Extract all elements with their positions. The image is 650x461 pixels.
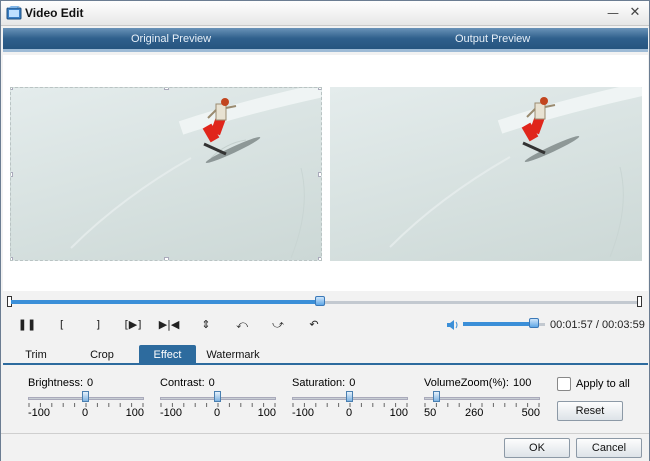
preview-area [3,55,648,291]
crop-handle[interactable] [318,88,321,90]
volume-zoom-label-text: VolumeZoom(%): [424,377,509,389]
volume-zoom-thumb[interactable] [432,391,440,402]
crop-handle[interactable] [318,257,321,260]
volume-zoom-label: VolumeZoom(%): 100 [424,377,531,389]
snowboarder-image [389,87,642,258]
contrast-min-label: -100 [160,407,183,419]
crop-handle[interactable] [164,88,169,90]
brightness-label: Brightness: 0 [28,377,93,389]
contrast-mid-label: 0 [214,407,221,419]
crop-handle[interactable] [11,88,13,90]
crop-handle[interactable] [11,172,13,177]
saturation-value: 0 [349,377,356,389]
volume-thumb[interactable] [528,318,539,328]
time-display: 00:01:57 / 00:03:59 [550,319,645,331]
volume-zoom-min-label: 50 [424,407,437,419]
tab-watermark[interactable]: Watermark [198,345,268,365]
original-video-frame[interactable] [10,87,322,261]
preview-header: Original Preview Output Preview [3,28,648,52]
crop-handle[interactable] [318,172,321,177]
output-video-frame [330,87,642,261]
video-edit-app-icon [6,6,22,20]
crop-handle[interactable] [11,257,13,260]
contrast-label: Contrast: 0 [160,377,215,389]
brightness-mid-label: 0 [82,407,89,419]
ok-button[interactable]: OK [504,438,570,458]
volume-zoom-slider-group: VolumeZoom(%): 100 50 260 500 [424,377,544,427]
contrast-max-label: 100 [257,407,276,419]
pause-button[interactable]: ❚❚ [14,315,40,335]
jump-to-button[interactable]: ▶|◀ [156,315,182,335]
brightness-label-text: Brightness: [28,377,84,389]
volume-level [463,322,534,326]
rotate-left-button[interactable]: ⤺ [229,315,255,335]
contrast-label-text: Contrast: [160,377,205,389]
window-title: Video Edit [25,6,84,20]
volume-zoom-mid-label: 260 [465,407,484,419]
saturation-thumb[interactable] [346,391,353,402]
mark-out-button[interactable]: ] [85,315,111,335]
contrast-slider-group: Contrast: 0 -100 0 100 [160,377,280,427]
tab-trim[interactable]: Trim [11,345,61,365]
saturation-slider-group: Saturation: 0 -100 0 100 [292,377,412,427]
snowboarder-image [70,88,321,259]
saturation-max-label: 100 [389,407,408,419]
output-preview-label: Output Preview [455,33,531,45]
cancel-button[interactable]: Cancel [576,438,642,458]
volume-icon[interactable] [446,318,460,332]
playback-controls: ❚❚ [] [▶] ▶|◀ ⇕ ⤺ ⤻ ↶ 00:01:57 / 00:03:59 [3,313,648,337]
video-edit-window: Video Edit — ✕ Original Preview Output P… [0,0,650,461]
trim-end-marker[interactable] [637,296,642,307]
contrast-value: 0 [208,377,215,389]
mark-in-button[interactable]: [ [49,315,75,335]
play-segment-button[interactable]: [▶] [120,315,146,335]
title-bar: Video Edit — ✕ [1,1,649,26]
seek-bar[interactable] [3,293,648,309]
volume-zoom-slider[interactable] [424,397,540,400]
saturation-mid-label: 0 [346,407,353,419]
brightness-slider-group: Brightness: 0 -100 0 100 [28,377,148,427]
close-icon[interactable]: ✕ [627,5,643,21]
crop-handle[interactable] [164,257,169,260]
original-preview-label: Original Preview [131,33,212,45]
minimize-icon[interactable]: — [605,5,621,21]
saturation-label: Saturation: 0 [292,377,355,389]
seek-thumb[interactable] [314,296,325,306]
seek-progress [11,300,320,304]
undo-button[interactable]: ↶ [301,315,327,335]
flip-vertical-button[interactable]: ⇕ [193,315,219,335]
brightness-max-label: 100 [125,407,144,419]
saturation-label-text: Saturation: [292,377,346,389]
reset-button[interactable]: Reset [557,401,623,421]
edit-tabs: Trim Crop Effect Watermark [3,343,648,365]
tab-crop[interactable]: Crop [79,345,125,365]
effect-panel: Apply to all Reset Brightness: 0 -100 0 100 C… [3,367,648,433]
brightness-value: 0 [87,377,94,389]
apply-to-all-label: Apply to all [576,378,630,390]
rotate-right-button[interactable]: ⤻ [265,315,291,335]
dialog-footer: OK Cancel [1,433,649,461]
volume-zoom-max-label: 500 [521,407,540,419]
brightness-min-label: -100 [28,407,51,419]
tab-effect[interactable]: Effect [139,345,196,365]
contrast-thumb[interactable] [214,391,221,402]
brightness-thumb[interactable] [82,391,89,402]
checkbox-box[interactable] [557,377,571,391]
saturation-min-label: -100 [292,407,315,419]
volume-zoom-value: 100 [512,377,532,389]
